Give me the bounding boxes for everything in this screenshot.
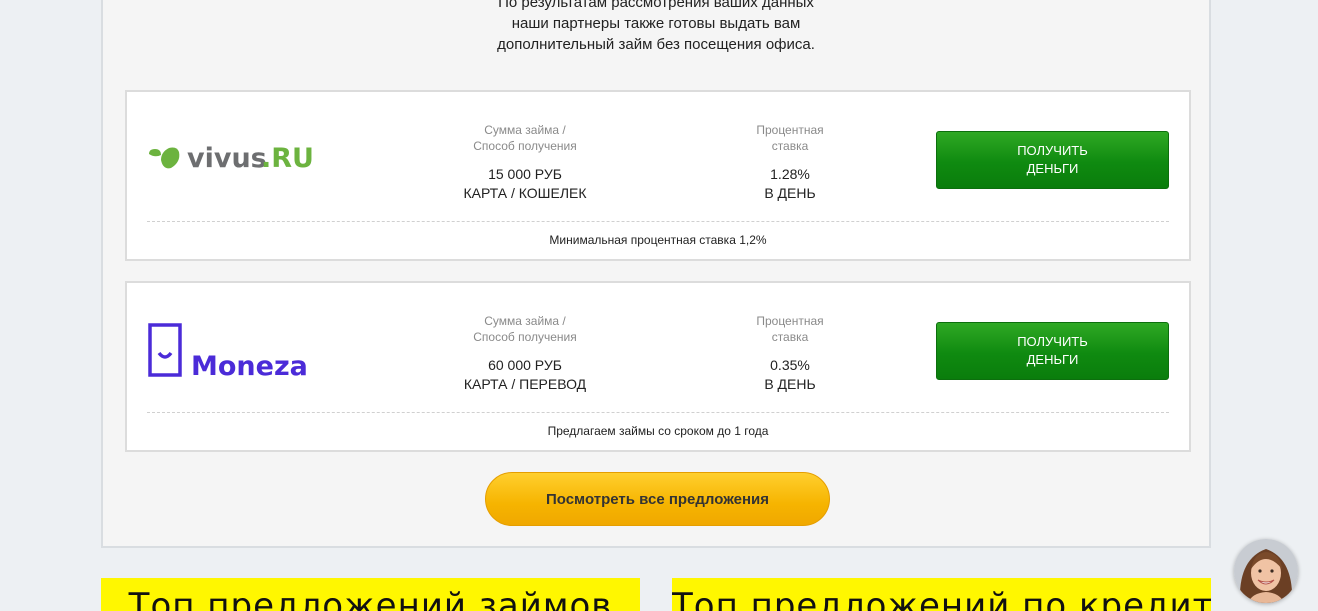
offers-panel: По результатам рассмотрения ваших данных… xyxy=(101,0,1211,548)
intro-text: По результатам рассмотрения ваших данных… xyxy=(103,0,1209,55)
top-loans-banner[interactable]: Топ предложений займов xyxy=(101,578,640,611)
method-value: КАРТА / ПЕРЕВОД xyxy=(463,376,587,392)
operator-photo-icon xyxy=(1234,539,1298,603)
chat-operator-avatar[interactable] xyxy=(1234,539,1298,603)
card-divider xyxy=(147,412,1169,413)
intro-line: дополнительный займ без посещения офиса. xyxy=(497,36,815,53)
get-money-button-vivus[interactable]: ПОЛУЧИТЬ ДЕНЬГИ xyxy=(936,131,1169,189)
moneza-logo: Moneza xyxy=(147,323,317,383)
vivus-logo: vivus .RU xyxy=(147,132,317,192)
loan-sum-column: Сумма займа / Способ получения 15 000 РУ… xyxy=(415,122,635,203)
button-label: ПОЛУЧИТЬ xyxy=(1017,334,1088,349)
offer-note: Предлагаем займы со сроком до 1 года xyxy=(547,424,769,438)
sum-value: 60 000 РУБ xyxy=(488,357,562,373)
button-label: ПОЛУЧИТЬ xyxy=(1017,143,1088,158)
rate-period: В ДЕНЬ xyxy=(764,376,816,392)
sum-label: Сумма займа / xyxy=(484,123,566,137)
rate-column: Процентная ставка 0.35% В ДЕНЬ xyxy=(680,313,900,394)
loan-sum-column: Сумма займа / Способ получения 60 000 РУ… xyxy=(415,313,635,394)
rate-period: В ДЕНЬ xyxy=(764,185,816,201)
svg-text:.RU: .RU xyxy=(261,143,314,174)
offer-card-moneza: Moneza Сумма займа / Способ получения 60… xyxy=(125,281,1191,452)
method-label: Способ получения xyxy=(473,139,577,153)
rate-label: ставка xyxy=(771,330,809,344)
top-credits-banner[interactable]: Топ предложений по кредитам xyxy=(672,578,1211,611)
rate-value: 1.28% xyxy=(770,166,810,182)
svg-text:Moneza: Moneza xyxy=(191,351,308,382)
method-label: Способ получения xyxy=(473,330,577,344)
rate-value: 0.35% xyxy=(770,357,810,373)
sum-label: Сумма займа / xyxy=(484,314,566,328)
method-value: КАРТА / КОШЕЛЕК xyxy=(463,185,587,201)
button-label: ДЕНЬГИ xyxy=(1026,352,1079,367)
rate-column: Процентная ставка 1.28% В ДЕНЬ xyxy=(680,122,900,203)
button-label: ДЕНЬГИ xyxy=(1026,161,1079,176)
svg-text:vivus: vivus xyxy=(187,143,267,174)
card-divider xyxy=(147,221,1169,222)
offer-card-vivus: vivus .RU Сумма займа / Способ получения… xyxy=(125,90,1191,261)
view-all-offers-button[interactable]: Посмотреть все предложения xyxy=(485,472,830,526)
sum-value: 15 000 РУБ xyxy=(488,166,562,182)
banner-title: Топ предложений займов xyxy=(128,586,613,611)
banner-title: Топ предложений по кредитам xyxy=(672,586,1211,611)
rate-label: ставка xyxy=(771,139,809,153)
intro-line: наши партнеры также готовы выдать вам xyxy=(511,15,801,32)
get-money-button-moneza[interactable]: ПОЛУЧИТЬ ДЕНЬГИ xyxy=(936,322,1169,380)
intro-line: По результатам рассмотрения ваших данных xyxy=(498,0,814,11)
rate-label: Процентная xyxy=(756,123,824,137)
rate-label: Процентная xyxy=(756,314,824,328)
offer-note: Минимальная процентная ставка 1,2% xyxy=(549,233,767,247)
